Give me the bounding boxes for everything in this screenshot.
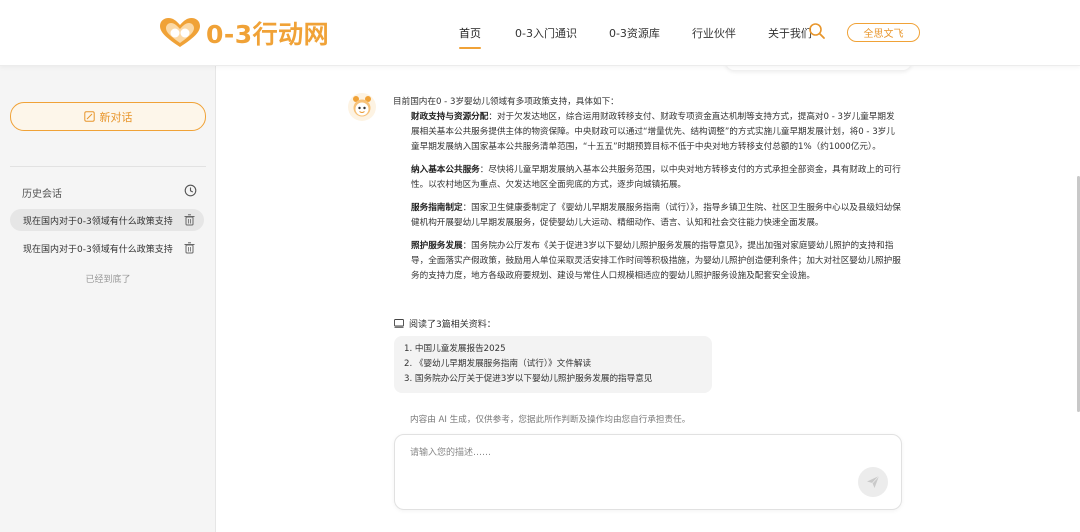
nav-basics[interactable]: 0-3入门通识 [515, 21, 577, 45]
new-chat-button[interactable]: 新对话 [10, 102, 206, 131]
site-logo[interactable]: 0-3行动网 [158, 14, 329, 52]
answer-paragraph: 财政支持与资源分配：对于欠发达地区，综合运用财政转移支付、财政专项资金直达机制等… [393, 110, 903, 155]
paragraph-text: ：尽快将儿童早期发展纳入基本公共服务范围，以中央对地方转移支付的方式承担全部资金… [411, 165, 901, 190]
history-end-text: 已经到底了 [85, 275, 131, 285]
top-header: 0-3行动网 首页 0-3入门通识 0-3资源库 行业伙伴 关于我们 全思文飞 [0, 0, 1080, 66]
paragraph-title: 纳入基本公共服务 [411, 165, 480, 175]
robot-avatar-icon [348, 93, 376, 121]
reference-item[interactable]: 1. 中国儿童发展报告2025 [404, 342, 702, 357]
send-button[interactable] [858, 467, 888, 497]
nav-home[interactable]: 首页 [459, 21, 481, 49]
history-item[interactable]: 现在国内对于0-3领域有什么政策支持 [10, 209, 204, 231]
history-title: 历史会话 [22, 189, 62, 200]
nav-resources[interactable]: 0-3资源库 [609, 21, 660, 45]
paragraph-text: ：国家卫生健康委制定了《婴幼儿早期发展服务指南（试行）》，指导乡镇卫生院、社区卫… [411, 203, 901, 228]
trash-icon[interactable] [184, 242, 195, 254]
main-nav: 首页 0-3入门通识 0-3资源库 行业伙伴 关于我们 [448, 0, 844, 66]
sidebar-divider [10, 166, 206, 167]
reference-item[interactable]: 3. 国务院办公厅关于促进3岁以下婴幼儿照护服务发展的指导意见 [404, 372, 702, 387]
paragraph-text: ：国务院办公厅发布《关于促进3岁以下婴幼儿照护服务发展的指导意见》，提出加强对家… [411, 241, 901, 281]
user-button[interactable]: 全思文飞 [847, 23, 920, 42]
new-chat-label: 新对话 [99, 110, 133, 124]
search-icon[interactable] [808, 22, 826, 40]
paragraph-title: 服务指南制定 [411, 203, 463, 213]
paragraph-title: 财政支持与资源分配 [411, 112, 489, 122]
references-title: 阅读了3篇相关资料： [394, 317, 496, 330]
references-title-text: 阅读了3篇相关资料： [409, 320, 496, 330]
answer-intro: 目前国内在0 - 3岁婴幼儿领域有多项政策支持，具体如下： [393, 97, 619, 107]
ai-disclaimer: 内容由 AI 生成，仅供参考，您据此所作判断及操作均由您自行承担责任。 [410, 415, 691, 425]
reference-item[interactable]: 2. 《婴幼儿早期发展服务指南（试行）》文件解读 [404, 357, 702, 372]
ai-answer: 目前国内在0 - 3岁婴幼儿领域有多项政策支持，具体如下： 财政支持与资源分配：… [393, 95, 903, 292]
chat-input-box [394, 434, 902, 510]
trash-icon[interactable] [184, 214, 195, 226]
chat-input[interactable] [410, 445, 850, 485]
answer-paragraph: 服务指南制定：国家卫生健康委制定了《婴幼儿早期发展服务指南（试行）》，指导乡镇卫… [393, 201, 903, 231]
edit-icon [83, 111, 95, 122]
sidebar: 新对话 历史会话 现在国内对于0-3领域有什么政策支持 现在国内对于0-3领域有… [0, 66, 216, 532]
book-icon [394, 319, 404, 328]
history-icon[interactable] [184, 184, 197, 197]
logo-text: 0-3行动网 [206, 20, 330, 49]
answer-paragraph: 纳入基本公共服务：尽快将儿童早期发展纳入基本公共服务范围，以中央对地方转移支付的… [393, 163, 903, 193]
answer-paragraph: 照护服务发展：国务院办公厅发布《关于促进3岁以下婴幼儿照护服务发展的指导意见》，… [393, 239, 903, 284]
history-item[interactable]: 现在国内对于0-3领域有什么政策支持 [10, 237, 204, 259]
history-item-title: 现在国内对于0-3领域有什么政策支持 [23, 216, 173, 227]
nav-partners[interactable]: 行业伙伴 [692, 21, 736, 45]
paragraph-title: 照护服务发展 [411, 241, 463, 251]
nav-about[interactable]: 关于我们 [768, 21, 812, 45]
history-item-title: 现在国内对于0-3领域有什么政策支持 [23, 244, 173, 255]
send-icon [867, 475, 880, 488]
references-list: 1. 中国儿童发展报告2025 2. 《婴幼儿早期发展服务指南（试行）》文件解读… [394, 336, 712, 393]
chat-main: 目前国内在0 - 3岁婴幼儿领域有多项政策支持，具体如下： 财政支持与资源分配：… [216, 60, 1080, 532]
heart-logo-icon [160, 18, 200, 47]
